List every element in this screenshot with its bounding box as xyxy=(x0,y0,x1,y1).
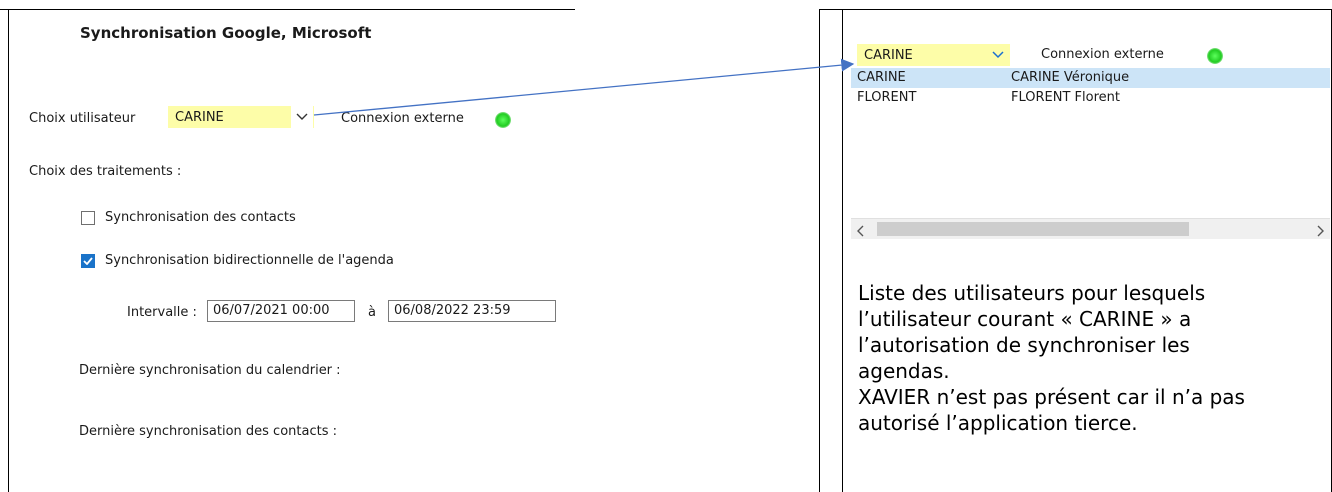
description-line: Liste des utilisateurs pour lesquels xyxy=(858,281,1206,305)
user-name: CARINE Véronique xyxy=(1011,70,1130,85)
list-item[interactable]: FLORENT FLORENT Florent xyxy=(851,88,1330,108)
scrollbar-thumb[interactable] xyxy=(877,222,1189,236)
description-line: autorisé l’application tierce. xyxy=(858,411,1138,435)
list-item[interactable]: CARINE CARINE Véronique xyxy=(851,68,1330,88)
user-code: FLORENT xyxy=(857,90,917,105)
user-select-open-value: CARINE xyxy=(864,47,913,63)
scroll-left-icon[interactable] xyxy=(857,222,865,241)
chevron-down-icon[interactable] xyxy=(987,44,1009,66)
description-line: l’utilisateur courant « CARINE » a xyxy=(858,307,1192,331)
description-line: XAVIER n’est pas présent car il n’a pas xyxy=(858,385,1245,409)
description-line: agendas. xyxy=(858,359,950,383)
user-select-open[interactable]: CARINE xyxy=(857,44,1010,66)
user-name: FLORENT Florent xyxy=(1011,90,1120,105)
connection-status-icon-right xyxy=(1207,48,1223,64)
description-line: l’autorisation de synchroniser les xyxy=(858,333,1190,357)
external-connection-label-right: Connexion externe xyxy=(1041,47,1164,62)
description-text: Liste des utilisateurs pour lesquels l’u… xyxy=(858,280,1328,436)
horizontal-scrollbar[interactable] xyxy=(851,218,1330,239)
user-code: CARINE xyxy=(857,70,906,85)
scroll-right-icon[interactable] xyxy=(1316,222,1324,241)
